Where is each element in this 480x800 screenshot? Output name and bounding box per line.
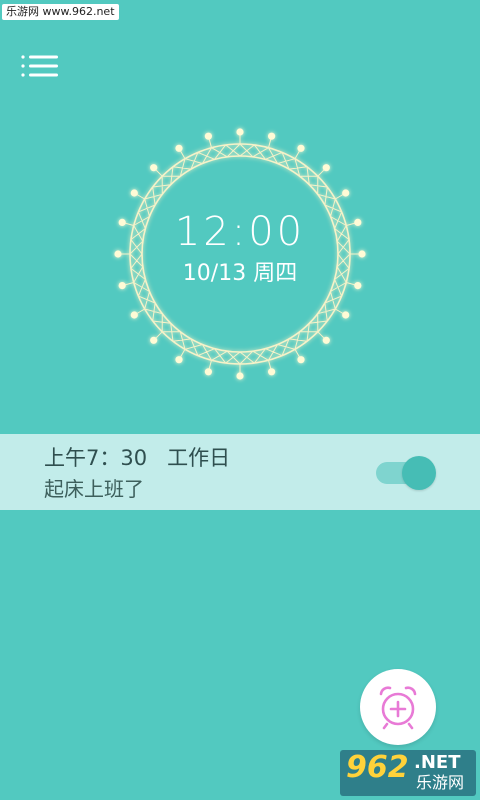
ring-light-dot (204, 368, 212, 376)
ring-light-dot (236, 128, 244, 136)
alarm-label: 起床上班了 (44, 477, 144, 501)
alarm-list-item[interactable]: 上午7：30 工作日 起床上班了 (0, 434, 480, 510)
toggle-knob (402, 456, 436, 490)
ring-light-dot (342, 311, 350, 319)
watermark-logo-net: .NET (414, 752, 461, 773)
ring-light-dot (297, 356, 305, 364)
card-bottom-edge (0, 508, 480, 510)
clock-date: 10/13 周四 (182, 261, 298, 286)
ring-light-dot (322, 164, 330, 172)
ring-light-dot (236, 372, 244, 380)
clock-time: 12:00 (174, 209, 306, 255)
add-alarm-clock-icon (379, 686, 417, 730)
ring-light-dot (268, 132, 276, 140)
ring-light-dot (175, 144, 183, 152)
alarm-time: 上午7：30 工作日 (44, 446, 231, 470)
watermark-logo-cn: 乐游网 (416, 773, 465, 792)
ring-light-dot (268, 368, 276, 376)
ring-light-dot (204, 132, 212, 140)
clock-face: 12:00 10/13 周四 (110, 124, 370, 384)
card-top-edge (0, 434, 480, 436)
add-alarm-button[interactable] (360, 669, 436, 745)
ring-light-dot (150, 336, 158, 344)
watermark-logo-number: 962 (346, 750, 409, 785)
ring-light-dot (322, 336, 330, 344)
ring-light-dot (175, 356, 183, 364)
alarm-toggle[interactable] (376, 456, 436, 490)
menu-icon (21, 55, 58, 77)
ring-light-dot (297, 144, 305, 152)
ring-light-dot (342, 189, 350, 197)
ring-light-dot (130, 311, 138, 319)
watermark-top: 乐游网 www.962.net (2, 4, 119, 20)
watermark-logo: 962 .NET 乐游网 (340, 750, 476, 796)
menu-button[interactable] (18, 52, 60, 82)
ring-light-dot (130, 189, 138, 197)
ring-light-dot (150, 164, 158, 172)
